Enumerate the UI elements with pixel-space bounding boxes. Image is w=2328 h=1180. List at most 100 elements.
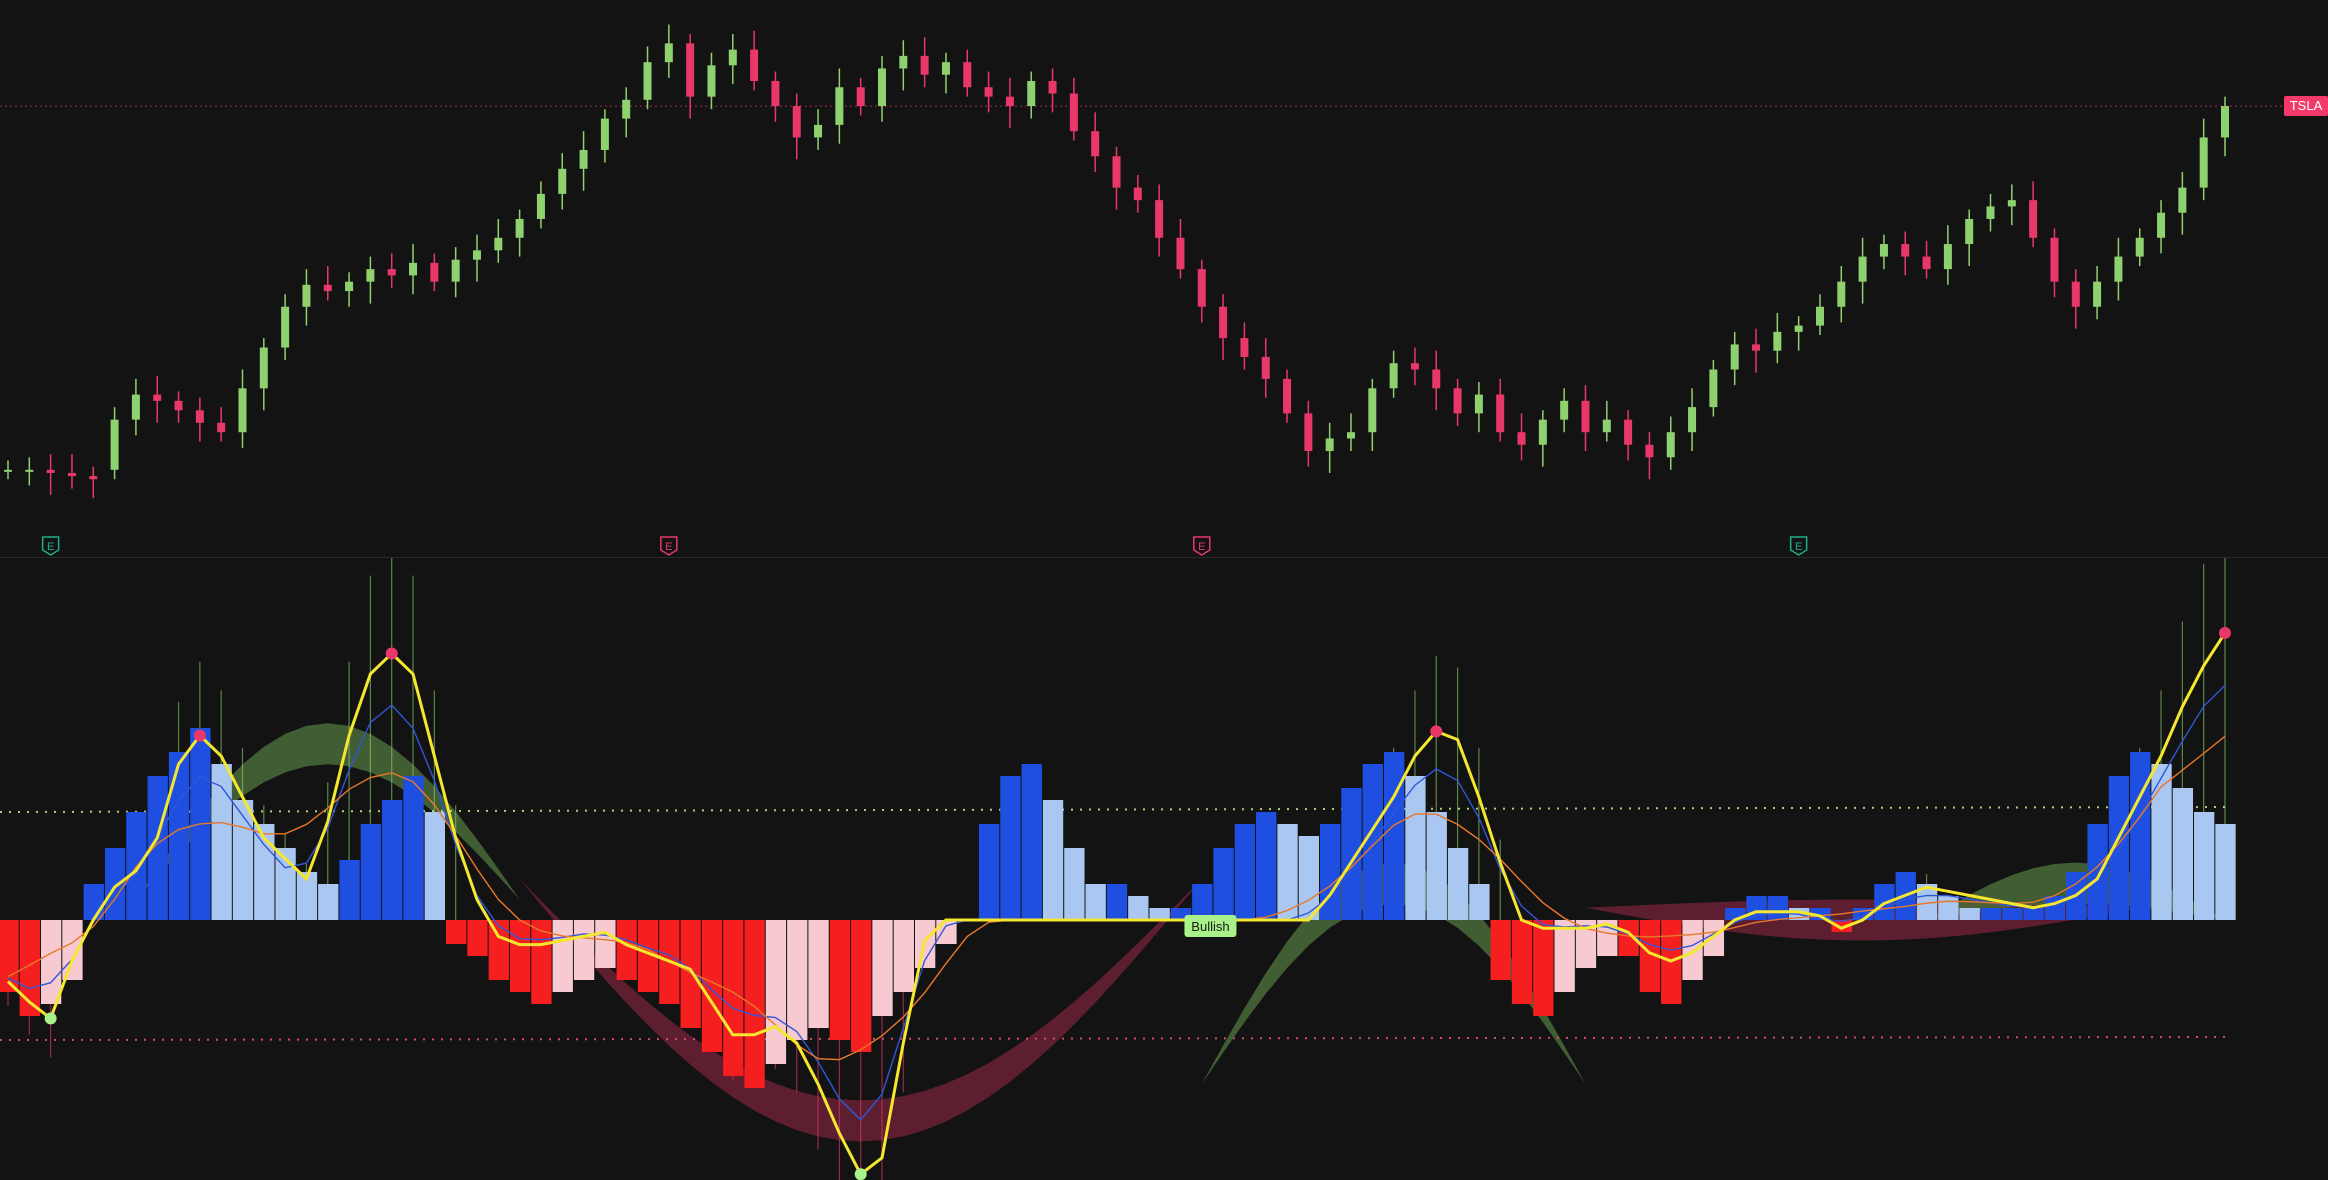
histogram-bar	[83, 884, 104, 920]
earnings-marker-icon[interactable]: E	[41, 536, 60, 556]
candle-body	[472, 250, 481, 260]
histogram-bar	[382, 800, 403, 920]
histogram-bar	[1469, 884, 1490, 920]
candle-body	[281, 306, 290, 348]
candle-body	[1176, 237, 1185, 270]
histogram-bar	[2002, 908, 2023, 920]
candle-body	[451, 259, 460, 282]
histogram-bar	[1341, 788, 1362, 920]
candle-body	[1197, 269, 1206, 307]
earnings-marker-icon[interactable]: E	[660, 536, 678, 556]
candle-body	[579, 149, 588, 169]
candle-body	[494, 237, 503, 251]
histogram-bar	[446, 920, 467, 944]
candle-body	[1837, 281, 1846, 307]
histogram-bar	[1511, 920, 1533, 1004]
histogram-bar	[403, 776, 424, 920]
candle-body	[1389, 363, 1398, 389]
candle-body	[1815, 306, 1824, 326]
histogram-bar	[2130, 752, 2151, 920]
candle-body	[2135, 237, 2144, 257]
candle-body	[728, 49, 737, 66]
candle-body	[622, 99, 631, 119]
earnings-marker-label: E	[1795, 541, 1802, 553]
histogram-bar	[2215, 824, 2236, 920]
sell-signal-dot[interactable]	[2219, 627, 2231, 639]
histogram-bar	[851, 920, 872, 1052]
candle-body	[1432, 369, 1441, 389]
candle-body	[1283, 378, 1292, 414]
buy-signal-dot[interactable]	[854, 1168, 867, 1180]
candle-body	[664, 43, 673, 63]
histogram-bar	[829, 920, 851, 1040]
histogram-bar	[765, 920, 787, 1064]
buy-signal-dot[interactable]	[44, 1012, 57, 1025]
oscillator-pane[interactable]: Bullish	[0, 558, 2328, 1180]
candle-body	[941, 62, 950, 75]
candle-body	[430, 262, 439, 282]
candle-body	[131, 394, 140, 420]
histogram-bar	[744, 920, 765, 1088]
candle-body	[2221, 106, 2229, 138]
earnings-marker-icon[interactable]: E	[1193, 536, 1211, 556]
candle-body	[25, 469, 34, 472]
candle-body	[558, 168, 567, 194]
histogram-bar	[467, 920, 488, 956]
candle-body	[899, 55, 908, 69]
earnings-marker-label: E	[665, 541, 672, 553]
candle-body	[1709, 369, 1718, 408]
candle-body	[1261, 356, 1270, 379]
histogram-bar	[1980, 908, 2002, 920]
price-pane[interactable]: EEEE	[0, 0, 2328, 557]
candle-body	[600, 118, 609, 150]
candle-body	[878, 68, 887, 107]
histogram-bar	[40, 920, 62, 1004]
histogram-bar	[893, 920, 914, 992]
candle-body	[302, 284, 311, 307]
candle-body	[750, 49, 759, 81]
candle-body	[1538, 419, 1547, 445]
candle-body	[1368, 388, 1377, 433]
candle-body	[1560, 400, 1569, 420]
candle-body	[2199, 137, 2208, 188]
ticker-price-badge: TSLA	[2284, 96, 2328, 117]
candle-body	[1346, 432, 1355, 439]
candle-body	[1517, 432, 1526, 445]
histogram-bar	[318, 884, 339, 920]
histogram-bar	[1085, 884, 1106, 920]
candle-body	[1773, 331, 1782, 351]
sell-signal-dot[interactable]	[193, 729, 206, 742]
candle-body	[2071, 281, 2080, 307]
bullish-signal-label[interactable]: Bullish	[1184, 915, 1237, 937]
histogram-bar	[1021, 764, 1042, 920]
histogram-bar	[360, 824, 382, 920]
histogram-bar	[2172, 788, 2194, 920]
candle-body	[1602, 419, 1611, 433]
candle-body	[920, 55, 929, 75]
histogram-bar	[978, 824, 1000, 920]
candle-body	[984, 87, 993, 97]
candle-body	[1410, 363, 1419, 370]
histogram-bar	[1128, 896, 1149, 920]
candle-body	[1048, 80, 1057, 94]
histogram-bar	[872, 920, 893, 1016]
candle-body	[2050, 237, 2059, 282]
earnings-marker-icon[interactable]: E	[1789, 536, 1808, 556]
candle-body	[174, 400, 183, 411]
histogram-bar	[1192, 884, 1213, 920]
histogram-bar	[573, 920, 595, 980]
candle-body	[1645, 444, 1654, 458]
histogram-bar	[1767, 896, 1788, 920]
histogram-bar	[1405, 776, 1426, 920]
histogram-bar	[1277, 824, 1298, 920]
candle-body	[1624, 419, 1633, 445]
candle-body	[643, 62, 652, 100]
histogram-bar	[62, 920, 83, 980]
histogram-bar	[339, 860, 360, 920]
candle-body	[856, 87, 865, 107]
earnings-marker-label: E	[47, 541, 54, 553]
sell-signal-dot[interactable]	[385, 647, 398, 660]
candle-body	[1752, 344, 1761, 351]
sell-signal-dot[interactable]	[1430, 725, 1443, 738]
histogram-bar	[1447, 848, 1469, 920]
